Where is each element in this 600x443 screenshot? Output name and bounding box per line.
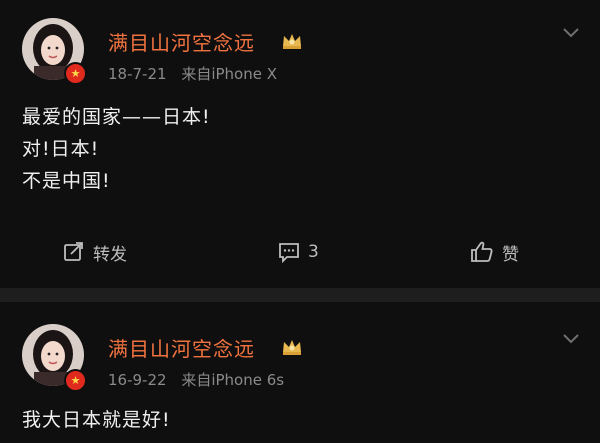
post-meta: 16-9-22 来自iPhone 6s [108,369,294,390]
weibo-feed: ★ 满目山河空念远 18-7-21 来自iPhone X 最爱的国家——日本! … [0,0,600,443]
comment-button[interactable]: 3 [278,238,319,266]
verified-badge-icon: ★ [64,369,87,392]
username[interactable]: 满目山河空念远 [108,333,255,362]
like-button[interactable]: 赞 [470,238,519,266]
post-source: 来自iPhone X [181,65,278,83]
repost-button[interactable]: 转发 [63,238,127,266]
like-label: 赞 [502,244,519,265]
chevron-down-icon[interactable] [562,27,580,39]
crown-icon [283,340,301,355]
verified-badge-icon: ★ [64,62,87,85]
repost-icon [64,242,83,261]
post-date: 18-7-21 [108,65,167,83]
feed-divider [0,288,600,302]
content-line: 我大日本就是好! [22,409,171,431]
post-meta: 18-7-21 来自iPhone X [108,63,287,84]
post: ★ 满目山河空念远 16-9-22 来自iPhone 6s 我大日本就是好! [0,302,600,443]
content-line: 不是中国! [22,170,111,192]
post-source: 来自iPhone 6s [181,371,285,389]
post-content: 我大日本就是好! [22,404,171,436]
post-content: 最爱的国家——日本! 对!日本! 不是中国! [22,101,211,197]
content-line: 最爱的国家——日本! [22,106,211,128]
comment-icon [279,243,299,263]
post: ★ 满目山河空念远 18-7-21 来自iPhone X 最爱的国家——日本! … [0,0,600,288]
comment-count: 3 [308,242,319,262]
username[interactable]: 满目山河空念远 [108,27,255,56]
crown-icon [283,34,301,49]
chevron-down-icon[interactable] [562,333,580,345]
post-date: 16-9-22 [108,371,167,389]
thumbs-up-icon [471,241,493,262]
action-bar: 转发 3 赞 [0,232,600,272]
repost-label: 转发 [93,244,127,265]
content-line: 对!日本! [22,138,100,160]
